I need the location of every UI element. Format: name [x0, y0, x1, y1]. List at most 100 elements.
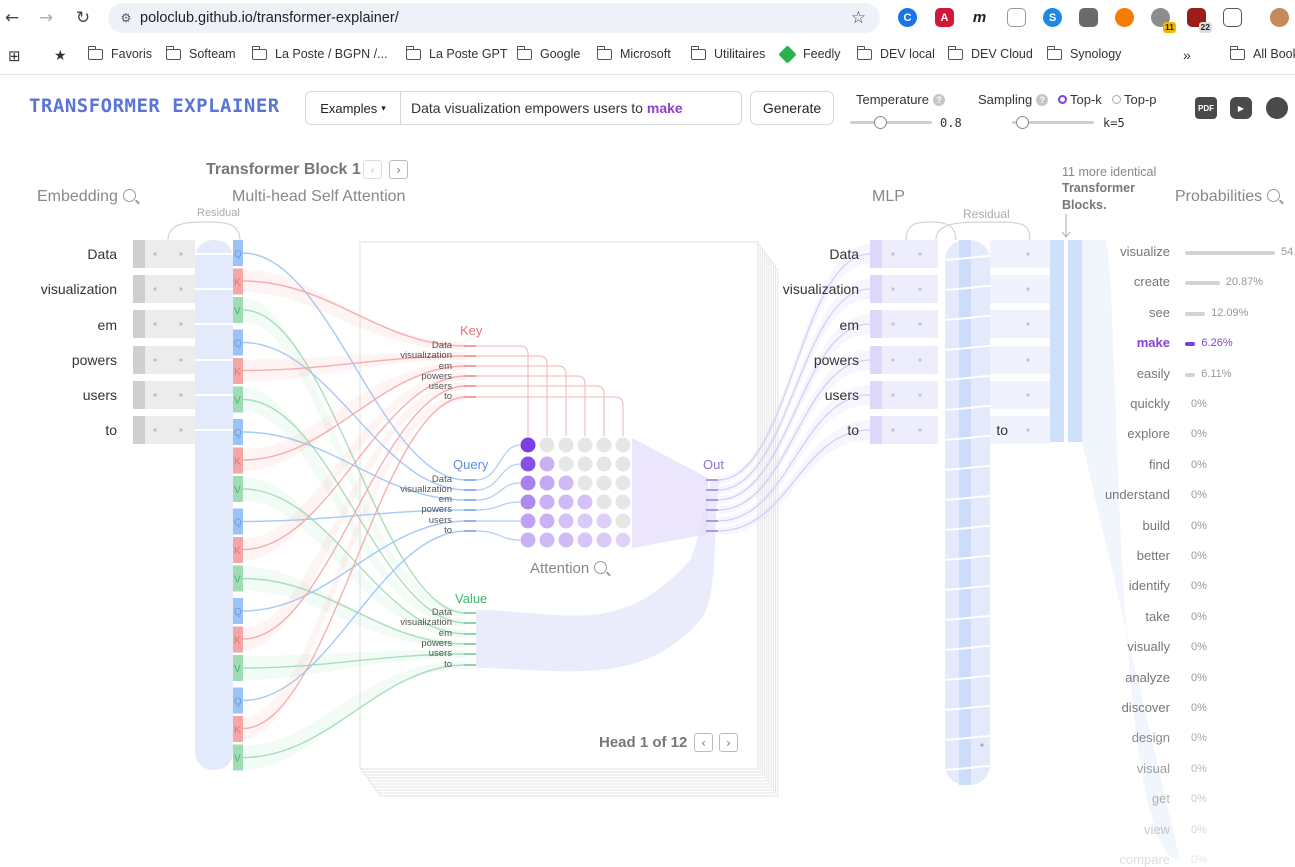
residual-arc: [935, 221, 1031, 241]
value-tick: [464, 653, 476, 655]
attention-cell: [539, 494, 555, 510]
probability-value: 0%: [1191, 702, 1207, 714]
block-output-token[interactable]: to: [926, 422, 1008, 438]
mlp-vector: [870, 310, 882, 338]
embedding-title-text: Embedding: [37, 188, 118, 205]
attention-cell: [558, 437, 574, 453]
embedding-token[interactable]: em: [7, 317, 117, 333]
probability-token[interactable]: understand: [1090, 487, 1170, 502]
probability-token[interactable]: take: [1090, 609, 1170, 624]
probability-token[interactable]: build: [1090, 518, 1170, 533]
probability-bar: [1185, 311, 1206, 316]
embedding-token[interactable]: to: [7, 422, 117, 438]
value-token-label: to: [444, 659, 452, 670]
key-token-label: users: [428, 381, 452, 392]
qkv-letter: V: [234, 754, 241, 765]
zoom-icon[interactable]: [1267, 189, 1281, 202]
vector-dot: [179, 393, 183, 397]
probability-token[interactable]: visual: [1090, 761, 1170, 776]
probability-value: 0%: [1191, 641, 1207, 654]
block-output-vector: [990, 310, 1050, 338]
embedding-token[interactable]: users: [7, 387, 117, 403]
residual-stream: [195, 240, 233, 770]
embedding-token[interactable]: powers: [7, 352, 117, 368]
mlp-token[interactable]: visualization: [777, 281, 859, 297]
probability-value: 12.09%: [1211, 306, 1249, 319]
out-tick: [706, 520, 718, 522]
probability-bar: [1185, 342, 1196, 347]
zoom-icon[interactable]: [594, 561, 608, 574]
probability-token[interactable]: analyze: [1090, 670, 1170, 685]
query-token-label: powers: [421, 504, 452, 515]
embedding-vector-body: [145, 416, 195, 444]
value-tick: [464, 633, 476, 635]
mlp-vector-body: [882, 275, 938, 303]
attention-matrix-title[interactable]: Attention: [530, 560, 608, 577]
query-tick: [464, 489, 476, 491]
embedding-vector: [133, 240, 145, 268]
embedding-token[interactable]: visualization: [7, 281, 117, 297]
probability-token[interactable]: easily: [1090, 366, 1170, 381]
mlp-token[interactable]: powers: [777, 352, 859, 368]
probability-token[interactable]: view: [1090, 822, 1170, 837]
mlp-token[interactable]: Data: [777, 246, 859, 262]
probability-token[interactable]: explore: [1090, 426, 1170, 441]
attention-cell: [615, 532, 631, 548]
probability-token[interactable]: make: [1090, 335, 1170, 350]
attention-cell: [520, 494, 536, 510]
vector-dot: [1026, 428, 1030, 432]
zoom-icon[interactable]: [122, 189, 136, 202]
attention-cell: [520, 475, 536, 491]
prev-head-chevron-icon[interactable]: ‹: [694, 733, 713, 752]
probability-token[interactable]: visualize: [1090, 244, 1170, 259]
vector-dot: [153, 393, 157, 397]
mlp-token[interactable]: em: [777, 317, 859, 333]
embedding-token[interactable]: Data: [7, 246, 117, 262]
embedding-vector: [133, 310, 145, 338]
attention-cell: [539, 437, 555, 453]
probability-token[interactable]: visually: [1090, 639, 1170, 654]
probability-token[interactable]: quickly: [1090, 396, 1170, 411]
attention-cell: [539, 513, 555, 529]
more-blocks-note: 11 more identical: [1062, 165, 1157, 179]
mlp-token[interactable]: to: [777, 422, 859, 438]
mlp-vector: [870, 416, 882, 444]
value-tick: [464, 612, 476, 614]
vector-dot: [153, 252, 157, 256]
probabilities-title[interactable]: Probabilities: [1175, 188, 1281, 206]
probability-token[interactable]: discover: [1090, 700, 1170, 715]
probability-token[interactable]: compare: [1090, 852, 1170, 867]
probability-token[interactable]: identify: [1090, 578, 1170, 593]
attention-cell: [615, 494, 631, 510]
next-head-chevron-icon[interactable]: ›: [719, 733, 738, 752]
probability-token[interactable]: design: [1090, 730, 1170, 745]
probability-token[interactable]: see: [1090, 305, 1170, 320]
vector-dot: [980, 743, 984, 747]
vector-dot: [891, 428, 895, 432]
probability-token[interactable]: get: [1090, 791, 1170, 806]
vector-dot: [153, 358, 157, 362]
probability-token[interactable]: better: [1090, 548, 1170, 563]
more-blocks-note: Transformer: [1062, 181, 1135, 195]
attention-cell: [577, 532, 593, 548]
query-tick: [464, 479, 476, 481]
embedding-vector: [133, 381, 145, 409]
residual-label: Residual: [197, 207, 240, 219]
embedding-title[interactable]: Embedding: [37, 188, 136, 206]
qkv-letter: K: [234, 636, 241, 647]
probability-token[interactable]: create: [1090, 274, 1170, 289]
probability-value: 0%: [1191, 398, 1207, 410]
value-token-label: users: [428, 648, 452, 659]
probability-value: 0%: [1191, 610, 1207, 623]
next-block-chevron-icon[interactable]: ›: [389, 160, 408, 179]
mlp-vector: [870, 240, 882, 268]
embedding-vector-body: [145, 346, 195, 374]
mlp-token[interactable]: users: [777, 387, 859, 403]
mlp-vector: [870, 381, 882, 409]
probability-token[interactable]: find: [1090, 457, 1170, 472]
key-tick: [464, 345, 476, 347]
attention-cell: [615, 437, 631, 453]
prev-block-chevron-icon[interactable]: ‹: [363, 160, 382, 179]
embedding-vector: [133, 346, 145, 374]
vector-dot: [918, 287, 922, 291]
